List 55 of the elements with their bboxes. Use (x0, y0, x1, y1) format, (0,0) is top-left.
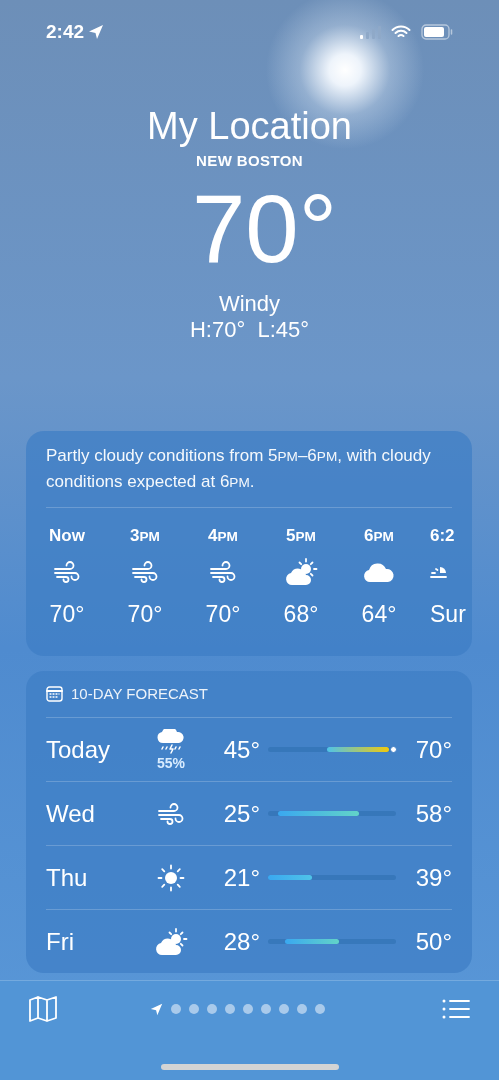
sun-behind-cloud-icon (284, 557, 318, 586)
temperature-range-bar (268, 875, 313, 880)
high-low-text: H:70° L:45° (189, 316, 310, 343)
hour-temperature: 68° (283, 599, 319, 629)
temperature-range-bar (285, 939, 340, 944)
sun-behind-cloud-icon (154, 927, 188, 956)
precipitation-chance: 55% (157, 754, 185, 771)
hourly-summary: Partly cloudy conditions from 5PM–6PM, with cloudy conditions expected at 6PM. (45, 444, 432, 493)
signal-icon (359, 25, 381, 39)
location-page-icon[interactable] (150, 1002, 163, 1016)
low-temperature: 25° (222, 798, 260, 829)
sun-icon (157, 863, 185, 892)
temperature-range-bar (327, 747, 389, 752)
city-name: NEW BOSTON (196, 151, 303, 171)
high-temperature: 70° (414, 734, 452, 765)
high-temperature: 58° (414, 798, 452, 829)
wind-icon (53, 560, 81, 583)
hour-label: 3PM (130, 524, 160, 547)
list-icon (442, 998, 470, 1020)
day-name: Today (46, 734, 112, 765)
map-icon (28, 995, 58, 1023)
hour-temperature: 64° (361, 599, 397, 629)
low-temperature: 45° (222, 734, 260, 765)
day-name: Fri (46, 926, 75, 957)
current-temperature: 70° (191, 178, 338, 279)
battery-icon (421, 24, 453, 40)
cloud-icon (363, 560, 395, 583)
location-title: My Location (147, 104, 352, 148)
sunset-icon (430, 565, 447, 578)
high-temperature: 39° (414, 862, 452, 893)
hour-label: 5PM (286, 524, 316, 547)
wind-icon (157, 802, 185, 825)
low-temperature: 28° (222, 926, 260, 957)
forecast-title: 10-DAY FORECAST (71, 683, 208, 704)
status-time: 2:42 (46, 19, 85, 44)
cloud-with-lightning-icon (156, 728, 186, 755)
high-temperature: 50° (414, 926, 452, 957)
hour-label: 4PM (208, 524, 238, 547)
hour-label: Now (49, 524, 85, 547)
hour-temperature: 70° (205, 599, 241, 629)
hour-label: 6:2 (430, 524, 455, 547)
day-name: Wed (46, 798, 96, 829)
hour-temperature: Sur (430, 599, 466, 629)
day-name: Thu (46, 862, 89, 893)
wind-icon (131, 560, 159, 583)
hour-temperature: 70° (49, 599, 85, 629)
calendar-icon (46, 685, 63, 702)
location-arrow-icon (88, 24, 105, 40)
hour-temperature: 70° (127, 599, 163, 629)
low-temperature: 21° (222, 862, 260, 893)
wind-icon (209, 560, 237, 583)
hour-label: 6PM (364, 524, 394, 547)
map-button[interactable] (28, 994, 58, 1024)
condition-text: Windy (218, 290, 281, 317)
wifi-icon (391, 25, 411, 39)
